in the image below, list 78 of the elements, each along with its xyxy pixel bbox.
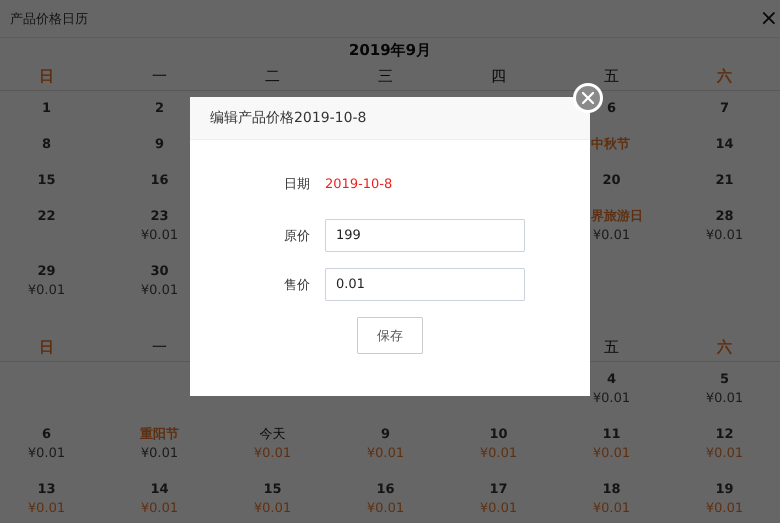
field-label: 日期 <box>284 176 310 193</box>
day-price: ¥0.01 <box>140 445 178 463</box>
day-label[interactable]: 11 <box>602 425 621 444</box>
day-label[interactable]: 16 <box>150 171 169 190</box>
day-label[interactable]: 13 <box>37 480 56 499</box>
day-label[interactable]: 23 <box>150 207 169 226</box>
dialog-title: 编辑产品价格2019-10-8 <box>210 109 366 127</box>
weekday-label: 日 <box>39 338 54 356</box>
weekday-label: 三 <box>378 66 393 86</box>
day-label[interactable]: 1 <box>42 99 52 118</box>
day-price: ¥0.01 <box>592 390 630 408</box>
weekday-label: 五 <box>604 338 619 356</box>
day-label[interactable]: 重阳节 <box>140 425 179 444</box>
day-label[interactable]: 21 <box>715 171 734 190</box>
weekday-label: 一 <box>152 66 167 86</box>
window-title: 产品价格日历 <box>10 10 88 28</box>
day-label[interactable]: 7 <box>720 99 730 118</box>
weekday-label: 六 <box>717 66 732 86</box>
day-label[interactable]: 6 <box>606 99 616 118</box>
day-price: ¥0.01 <box>480 445 518 463</box>
day-price: ¥0.01 <box>28 500 66 518</box>
day-label[interactable]: 4 <box>606 370 616 389</box>
day-label[interactable]: 10 <box>489 425 508 444</box>
day-label[interactable]: 18 <box>602 480 621 499</box>
day-price: ¥0.01 <box>28 282 66 300</box>
weekday-label: 日 <box>39 66 54 86</box>
day-price: ¥0.01 <box>366 445 404 463</box>
day-price: ¥0.01 <box>140 282 178 300</box>
day-label[interactable]: 5 <box>720 370 730 389</box>
field-label: 售价 <box>284 276 310 294</box>
day-label[interactable]: 29 <box>37 262 56 281</box>
day-label[interactable]: 9 <box>380 425 390 444</box>
day-label[interactable]: 今天 <box>260 425 286 444</box>
input-field[interactable]: 0.01 <box>325 268 525 301</box>
day-label[interactable]: 15 <box>37 171 56 190</box>
day-price: ¥0.01 <box>140 500 178 518</box>
day-label[interactable]: 16 <box>376 480 395 499</box>
day-price: ¥0.01 <box>254 500 292 518</box>
day-price: ¥0.01 <box>706 445 744 463</box>
day-price: ¥0.01 <box>254 445 292 463</box>
weekday-label: 一 <box>152 338 167 356</box>
day-label[interactable]: 9 <box>154 135 164 154</box>
day-label[interactable]: 14 <box>150 480 169 499</box>
close-icon[interactable] <box>573 83 603 113</box>
day-price: ¥0.01 <box>706 500 744 518</box>
day-label[interactable]: 14 <box>715 135 734 154</box>
weekday-label: 五 <box>604 66 619 86</box>
day-label[interactable]: 6 <box>42 425 52 444</box>
day-label[interactable]: 17 <box>489 480 508 499</box>
day-price: ¥0.01 <box>592 227 630 245</box>
day-label[interactable]: 界旅游日 <box>591 207 643 226</box>
date-value: 2019-10-8 <box>325 176 394 192</box>
day-label[interactable]: 8 <box>42 135 52 154</box>
field-label: 原价 <box>284 228 310 244</box>
day-price: ¥0.01 <box>706 227 744 245</box>
day-price: ¥0.01 <box>480 500 518 518</box>
weekday-label: 四 <box>491 66 506 86</box>
day-label[interactable]: 中秋节 <box>591 135 630 154</box>
weekday-label: 六 <box>717 338 732 356</box>
day-price: ¥0.01 <box>366 500 404 518</box>
save-button[interactable]: 保存 <box>357 317 423 354</box>
input-field[interactable]: 199 <box>325 219 525 252</box>
day-label[interactable]: 15 <box>263 480 282 499</box>
day-label[interactable]: 12 <box>715 425 734 444</box>
day-label[interactable]: 20 <box>602 171 621 190</box>
day-price: ¥0.01 <box>592 500 630 518</box>
day-price: ¥0.01 <box>706 390 744 408</box>
day-price: ¥0.01 <box>592 445 630 463</box>
month-title: 2019年9月 <box>348 40 432 60</box>
day-label[interactable]: 22 <box>37 207 56 226</box>
close-button[interactable]: × <box>758 8 780 30</box>
day-label[interactable]: 30 <box>150 262 169 281</box>
weekday-label: 二 <box>265 66 280 86</box>
day-label[interactable]: 2 <box>154 99 164 118</box>
day-label[interactable]: 19 <box>715 480 734 499</box>
day-label[interactable]: 28 <box>715 207 734 226</box>
day-price: ¥0.01 <box>28 445 66 463</box>
day-price: ¥0.01 <box>140 227 178 245</box>
